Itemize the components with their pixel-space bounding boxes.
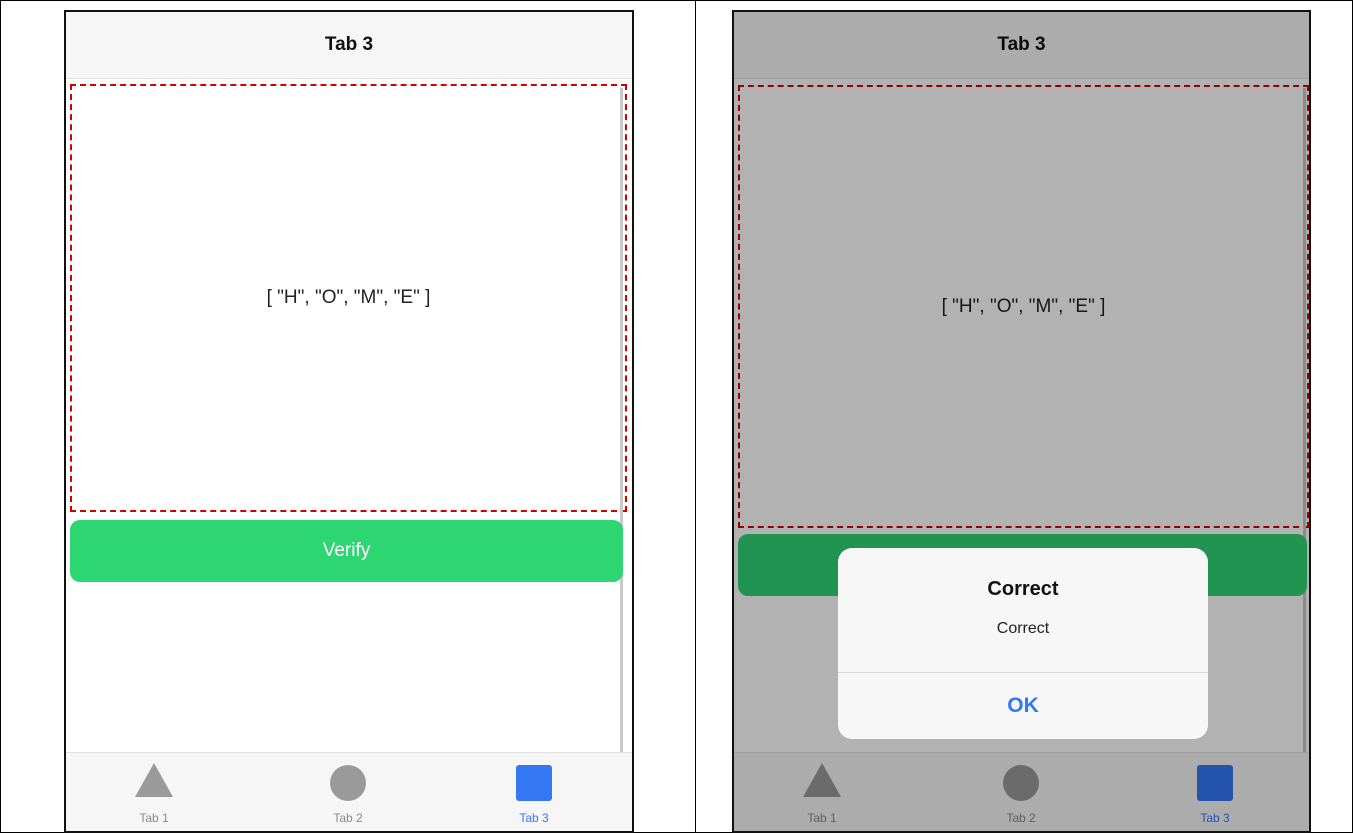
content-text: [ "H", "O", "M", "E" ] (266, 287, 431, 308)
content-area: [ "H", "O", "M", "E" ] (70, 84, 627, 512)
tab-bar: Tab 1 Tab 2 Tab 3 (66, 752, 632, 831)
left-screen: Tab 3 [ "H", "O", "M", "E" ] Verify Tab … (64, 10, 634, 833)
tab-2[interactable]: Tab 2 (303, 753, 393, 831)
right-screen: Tab 3 [ "H", "O", "M", "E" ] Tab 1 Tab 2… (732, 10, 1311, 833)
alert-dialog: Correct Correct OK (838, 548, 1208, 739)
tab-1[interactable]: Tab 1 (109, 753, 199, 831)
circle-icon (330, 765, 366, 801)
tab-label: Tab 1 (139, 811, 169, 825)
tab-label: Tab 2 (333, 811, 363, 825)
table-divider (695, 0, 696, 833)
verify-button[interactable]: Verify (70, 520, 623, 582)
ok-button[interactable]: OK (838, 673, 1208, 739)
triangle-icon (135, 763, 173, 797)
page-title: Tab 3 (66, 12, 632, 79)
alert-title: Correct (987, 578, 1059, 600)
scrollbar[interactable] (620, 88, 623, 756)
alert-message: Correct (996, 620, 1050, 637)
tab-3[interactable]: Tab 3 (489, 753, 579, 831)
square-icon (516, 765, 552, 801)
tab-label: Tab 3 (519, 811, 549, 825)
